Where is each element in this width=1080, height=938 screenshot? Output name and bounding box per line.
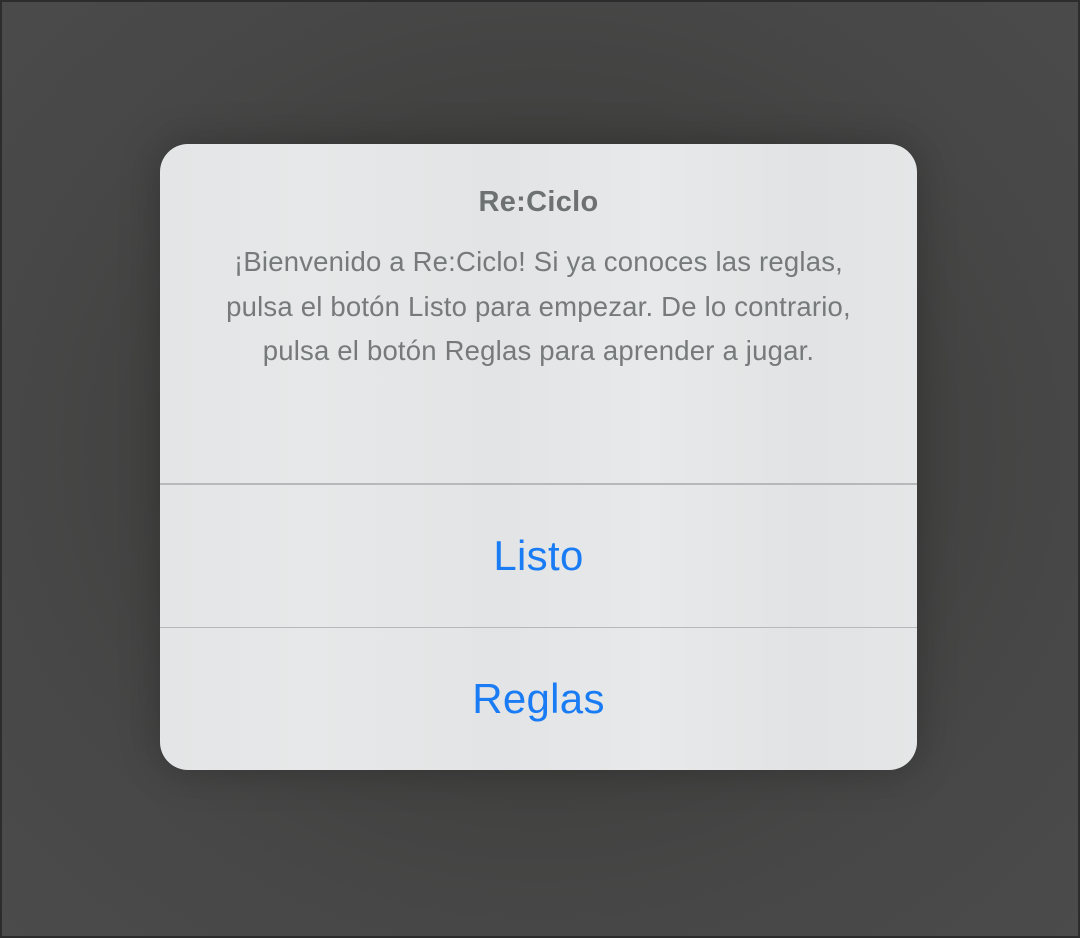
listo-button[interactable]: Listo (160, 485, 917, 627)
alert-message: ¡Bienvenido a Re:Ciclo! Si ya conoces la… (226, 246, 851, 366)
alert-dialog: Re:Ciclo ¡Bienvenido a Re:Ciclo! Si ya c… (160, 144, 917, 770)
alert-content: Re:Ciclo ¡Bienvenido a Re:Ciclo! Si ya c… (160, 144, 917, 483)
reglas-button[interactable]: Reglas (160, 628, 917, 769)
alert-title: Re:Ciclo (478, 186, 599, 218)
